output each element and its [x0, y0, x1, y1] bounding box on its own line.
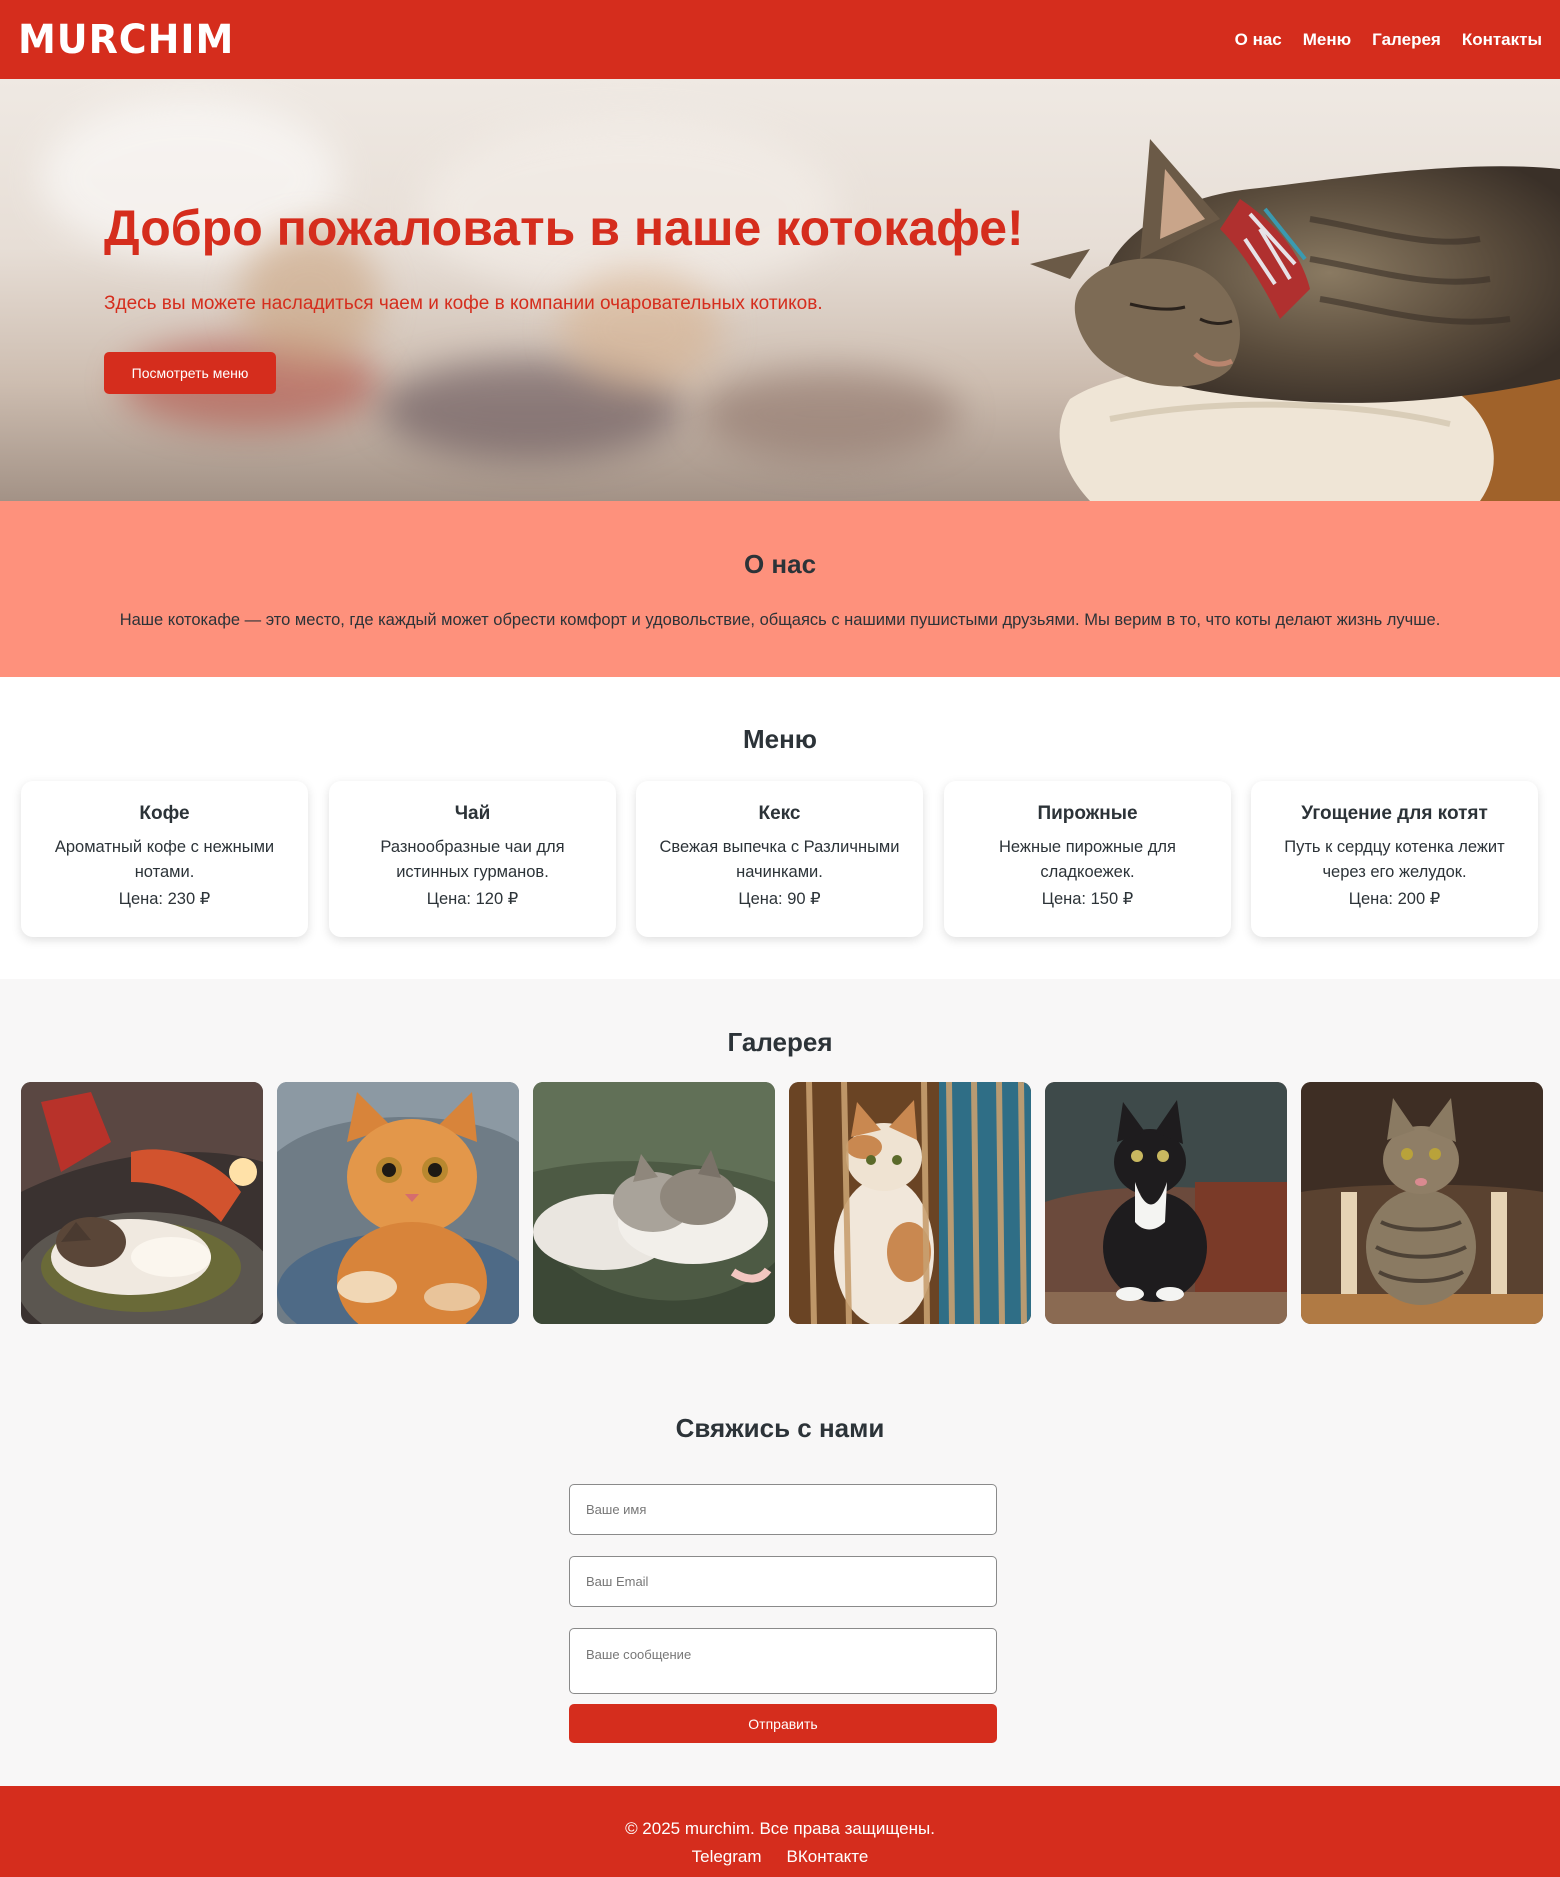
gallery-photo-sleeping-cat[interactable] [21, 1082, 263, 1324]
menu-item-price: Цена: 150 ₽ [1041, 890, 1134, 908]
contact-section: Свяжись с нами Отправить [0, 1379, 1560, 1786]
hero-bg-blur [560, 269, 720, 389]
sleeping-cat-photo [1030, 139, 1560, 501]
contact-title: Свяжись с нами [675, 1413, 885, 1443]
about-section: О нас Наше котокафе — это место, где каж… [0, 501, 1560, 677]
menu-item-price: Цена: 120 ₽ [426, 890, 519, 908]
menu-item-description: Разнообразные чаи для истинных гурманов. [380, 838, 565, 881]
main-nav: О нас Меню Галерея Контакты [1235, 0, 1542, 79]
menu-item-name: Угощение для котят [1301, 803, 1488, 824]
message-input[interactable] [569, 1628, 997, 1694]
nav-link-about[interactable]: О нас [1235, 30, 1282, 50]
site-header: MURCHIM О нас Меню Галерея Контакты [0, 0, 1560, 79]
gallery-title: Галерея [727, 1027, 833, 1057]
gallery-photo-calico-cat[interactable] [789, 1082, 1031, 1324]
menu-title: Меню [742, 724, 818, 754]
vkontakte-link[interactable]: ВКонтакте [787, 1847, 869, 1867]
menu-item-description: Путь к сердцу котенка лежит через его же… [1284, 838, 1505, 881]
nav-link-gallery[interactable]: Галерея [1372, 30, 1441, 50]
menu-card-pastry: Пирожные Нежные пирожные для сладкоежек.… [944, 781, 1231, 937]
logo[interactable]: MURCHIM [18, 14, 236, 66]
menu-item-name: Кекс [758, 803, 801, 824]
menu-item-description: Свежая выпечка с Различными начинками. [659, 838, 900, 881]
footer-links: Telegram ВКонтакте [0, 1847, 1560, 1867]
menu-card-coffee: Кофе Ароматный кофе с нежными нотами. Це… [21, 781, 308, 937]
hero-bg-blur [700, 369, 960, 459]
nav-link-menu[interactable]: Меню [1303, 30, 1351, 50]
email-input[interactable] [569, 1556, 997, 1607]
gallery-photo-tabby-cat[interactable] [1301, 1082, 1543, 1324]
menu-item-name: Пирожные [1037, 803, 1138, 824]
name-input[interactable] [569, 1484, 997, 1535]
menu-item-price: Цена: 90 ₽ [738, 890, 821, 908]
nav-link-contacts[interactable]: Контакты [1462, 30, 1542, 50]
gallery-photo-tuxedo-cat[interactable] [1045, 1082, 1287, 1324]
menu-card-kitten-treat: Угощение для котят Путь к сердцу котенка… [1251, 781, 1538, 937]
copyright-text: © 2025 murchim. Все права защищены. [625, 1819, 935, 1838]
about-title: О нас [743, 549, 817, 579]
view-menu-button[interactable]: Посмотреть меню [104, 352, 276, 394]
hero-section: Добро пожаловать в наше котокафе! Здесь … [0, 79, 1560, 501]
logo-text: MURCHIM [18, 17, 235, 63]
menu-card-cupcake: Кекс Свежая выпечка с Различными начинка… [636, 781, 923, 937]
menu-item-price: Цена: 200 ₽ [1348, 890, 1441, 908]
menu-item-name: Чай [454, 803, 491, 824]
site-footer: © 2025 murchim. Все права защищены. Tele… [0, 1786, 1560, 1877]
menu-card-tea: Чай Разнообразные чаи для истинных гурма… [329, 781, 616, 937]
menu-item-name: Кофе [139, 803, 190, 824]
menu-section: Меню Кофе Ароматный кофе с нежными нотам… [0, 677, 1560, 979]
menu-item-description: Ароматный кофе с нежными нотами. [54, 838, 275, 881]
gallery-section: Галерея [0, 979, 1560, 1379]
submit-button[interactable]: Отправить [569, 1704, 997, 1743]
menu-item-description: Нежные пирожные для сладкоежек. [999, 838, 1176, 881]
about-text: Наше котокафе — это место, где каждый мо… [119, 611, 1441, 629]
menu-item-price: Цена: 230 ₽ [118, 890, 211, 908]
gallery-photo-two-cats[interactable] [533, 1082, 775, 1324]
telegram-link[interactable]: Telegram [692, 1847, 762, 1867]
hero-title: Добро пожаловать в наше котокафе! [104, 200, 1024, 256]
gallery-photo-ginger-cat[interactable] [277, 1082, 519, 1324]
hero-subtitle: Здесь вы можете насладиться чаем и кофе … [104, 293, 823, 314]
